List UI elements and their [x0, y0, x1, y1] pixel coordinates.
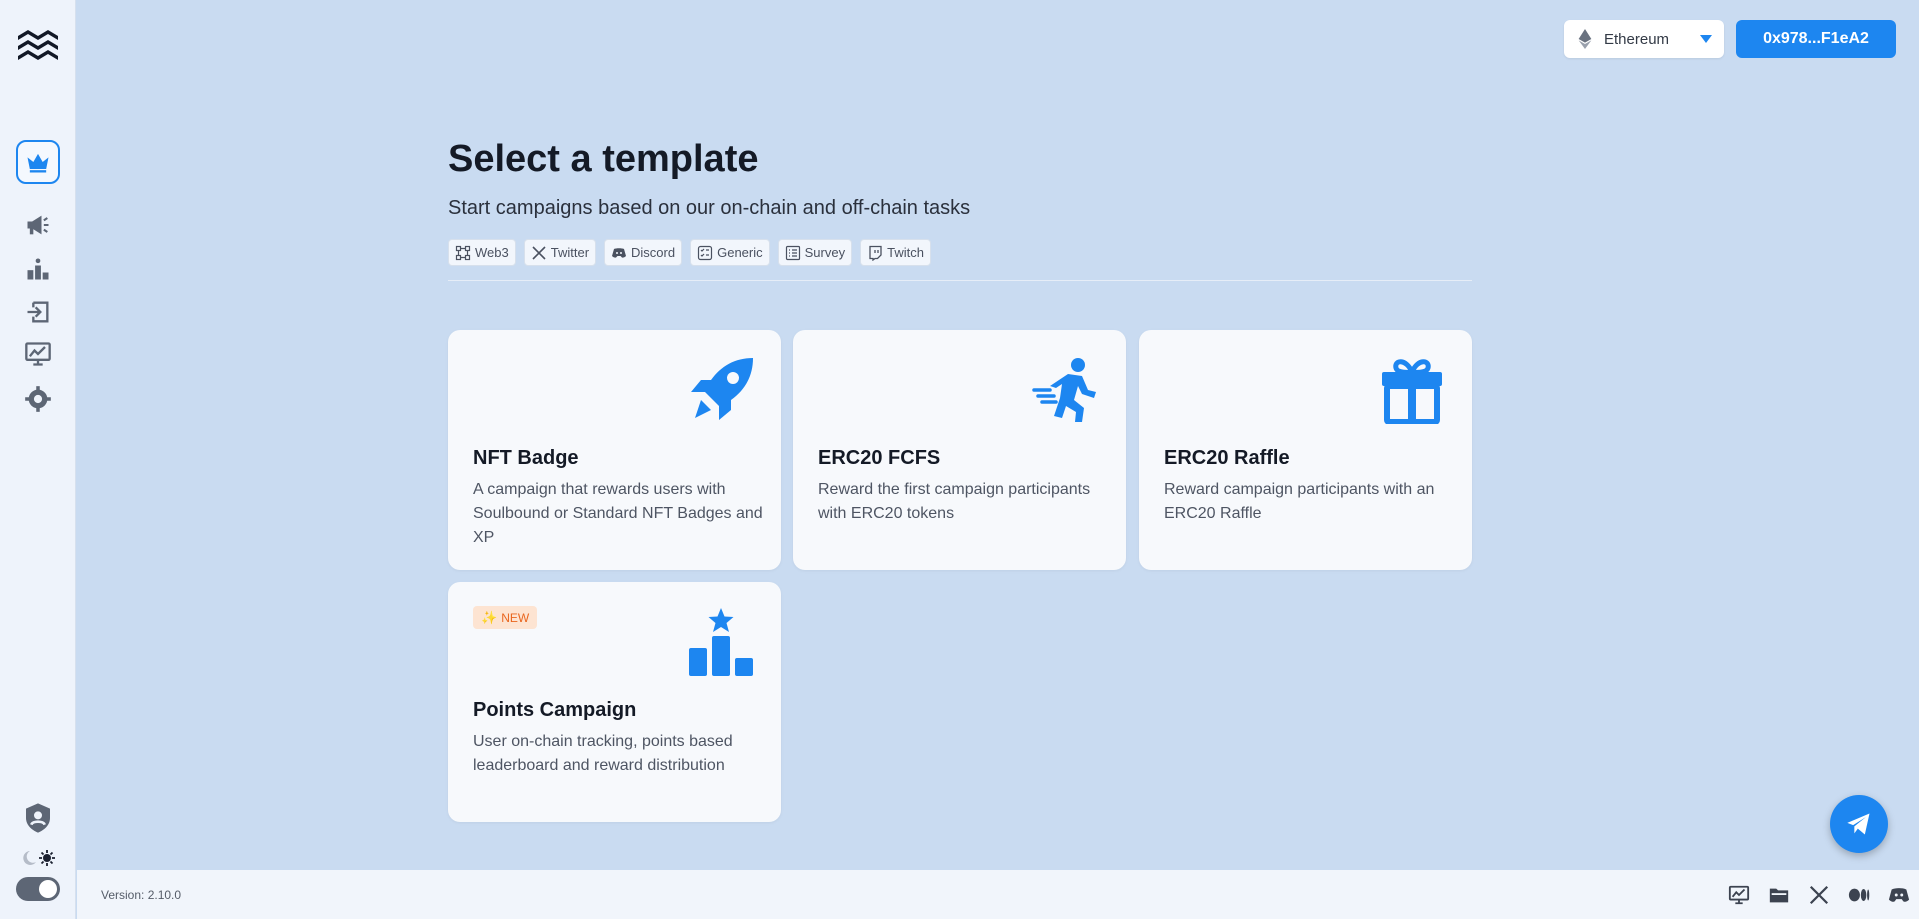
folder-icon	[1769, 888, 1789, 903]
crown-icon	[27, 153, 49, 173]
sidebar-item-login[interactable]	[16, 290, 60, 334]
card-description: Reward the first campaign participants w…	[818, 481, 1091, 522]
gear-icon	[25, 386, 51, 412]
leaderboard-icon	[27, 258, 49, 280]
template-card-nft-badge[interactable]: NFT Badge A campaign that rewards users …	[448, 330, 781, 570]
gift-icon	[1382, 359, 1442, 424]
filter-chip-label: Discord	[631, 245, 676, 260]
sun-icon	[39, 850, 55, 866]
footer-folder-link[interactable]	[1767, 883, 1791, 907]
version-label: Version: 2.10.0	[101, 888, 182, 902]
analytics-icon	[1728, 885, 1750, 905]
medium-icon	[1848, 888, 1870, 902]
filter-chip-discord[interactable]: Discord	[604, 239, 683, 266]
wallet-address-button[interactable]: 0x978...F1eA2	[1736, 20, 1896, 58]
filter-chip-label: Web3	[475, 245, 509, 260]
filter-chip-generic[interactable]: Generic	[690, 239, 770, 266]
x-icon	[532, 245, 546, 260]
theme-toggle[interactable]	[16, 877, 60, 901]
footer-links	[1727, 883, 1911, 907]
brand-logo-icon[interactable]	[16, 26, 60, 62]
card-description: Reward campaign participants with an ERC…	[1164, 481, 1435, 522]
sidebar	[0, 0, 76, 919]
footer-analytics-link[interactable]	[1727, 883, 1751, 907]
sidebar-item-campaigns[interactable]	[16, 203, 60, 247]
filter-chip-label: Twitter	[550, 245, 590, 260]
toggle-knob	[39, 880, 57, 898]
twitch-icon	[869, 245, 882, 261]
sidebar-item-templates[interactable]	[16, 140, 60, 184]
web3-icon	[455, 245, 471, 260]
network-select[interactable]: Ethereum	[1564, 20, 1724, 58]
footer-discord-link[interactable]	[1887, 883, 1911, 907]
filter-chip-web3[interactable]: Web3	[448, 239, 516, 266]
card-title: ERC20 FCFS	[818, 447, 941, 469]
page-subtitle: Start campaigns based on our on-chain an…	[448, 197, 971, 219]
sidebar-item-leaderboard[interactable]	[16, 247, 60, 291]
card-description: User on-chain tracking, points based lea…	[473, 733, 733, 774]
footer-x-link[interactable]	[1807, 883, 1831, 907]
telegram-icon	[1847, 813, 1870, 835]
template-card-erc20-fcfs[interactable]: ERC20 FCFS Reward the first campaign par…	[793, 330, 1126, 570]
sidebar-item-settings[interactable]	[16, 377, 60, 421]
sidebar-item-analytics[interactable]	[16, 332, 60, 376]
filter-chip-survey[interactable]: Survey	[777, 239, 853, 266]
ethereum-icon	[1578, 29, 1592, 49]
podium-star-icon	[689, 608, 753, 676]
telegram-fab-button[interactable]	[1830, 795, 1888, 853]
card-title: Points Campaign	[473, 699, 637, 721]
filter-chip-label: Generic	[717, 245, 763, 260]
divider	[448, 280, 1472, 281]
login-icon	[27, 301, 49, 323]
filter-chip-label: Survey	[804, 245, 846, 260]
new-badge-label: NEW	[501, 610, 530, 625]
sparkle-icon: ✨	[481, 609, 498, 625]
x-icon	[1809, 885, 1829, 905]
filter-chip-label: Twitch	[887, 245, 924, 260]
rocket-icon	[691, 358, 753, 420]
theme-icons	[23, 850, 55, 866]
footer: Version: 2.10.0	[77, 870, 1919, 919]
network-label: Ethereum	[1604, 30, 1670, 48]
megaphone-icon	[27, 215, 49, 235]
card-title: NFT Badge	[473, 447, 579, 469]
filter-chips: Web3 Twitter Discord Generic Survey Twit…	[448, 239, 931, 266]
user-shield-icon[interactable]	[22, 802, 54, 834]
chevron-down-icon	[1700, 35, 1712, 43]
card-description: A campaign that rewards users with Soulb…	[473, 481, 763, 546]
footer-medium-link[interactable]	[1847, 883, 1871, 907]
card-title: ERC20 Raffle	[1164, 447, 1290, 469]
analytics-icon	[25, 342, 51, 366]
discord-icon	[612, 247, 627, 258]
checklist-icon	[698, 245, 713, 260]
moon-icon	[23, 851, 36, 865]
survey-icon	[785, 245, 800, 260]
template-card-erc20-raffle[interactable]: ERC20 Raffle Reward campaign participant…	[1139, 330, 1472, 570]
discord-icon	[1888, 888, 1910, 902]
template-card-points-campaign[interactable]: ✨ NEW Points Campaign User on-chain trac…	[448, 582, 781, 822]
running-person-icon	[1032, 358, 1096, 422]
filter-chip-twitch[interactable]: Twitch	[860, 239, 931, 266]
filter-chip-twitter[interactable]: Twitter	[523, 239, 597, 266]
new-badge: ✨ NEW	[473, 606, 538, 629]
page-title: Select a template	[448, 138, 759, 180]
